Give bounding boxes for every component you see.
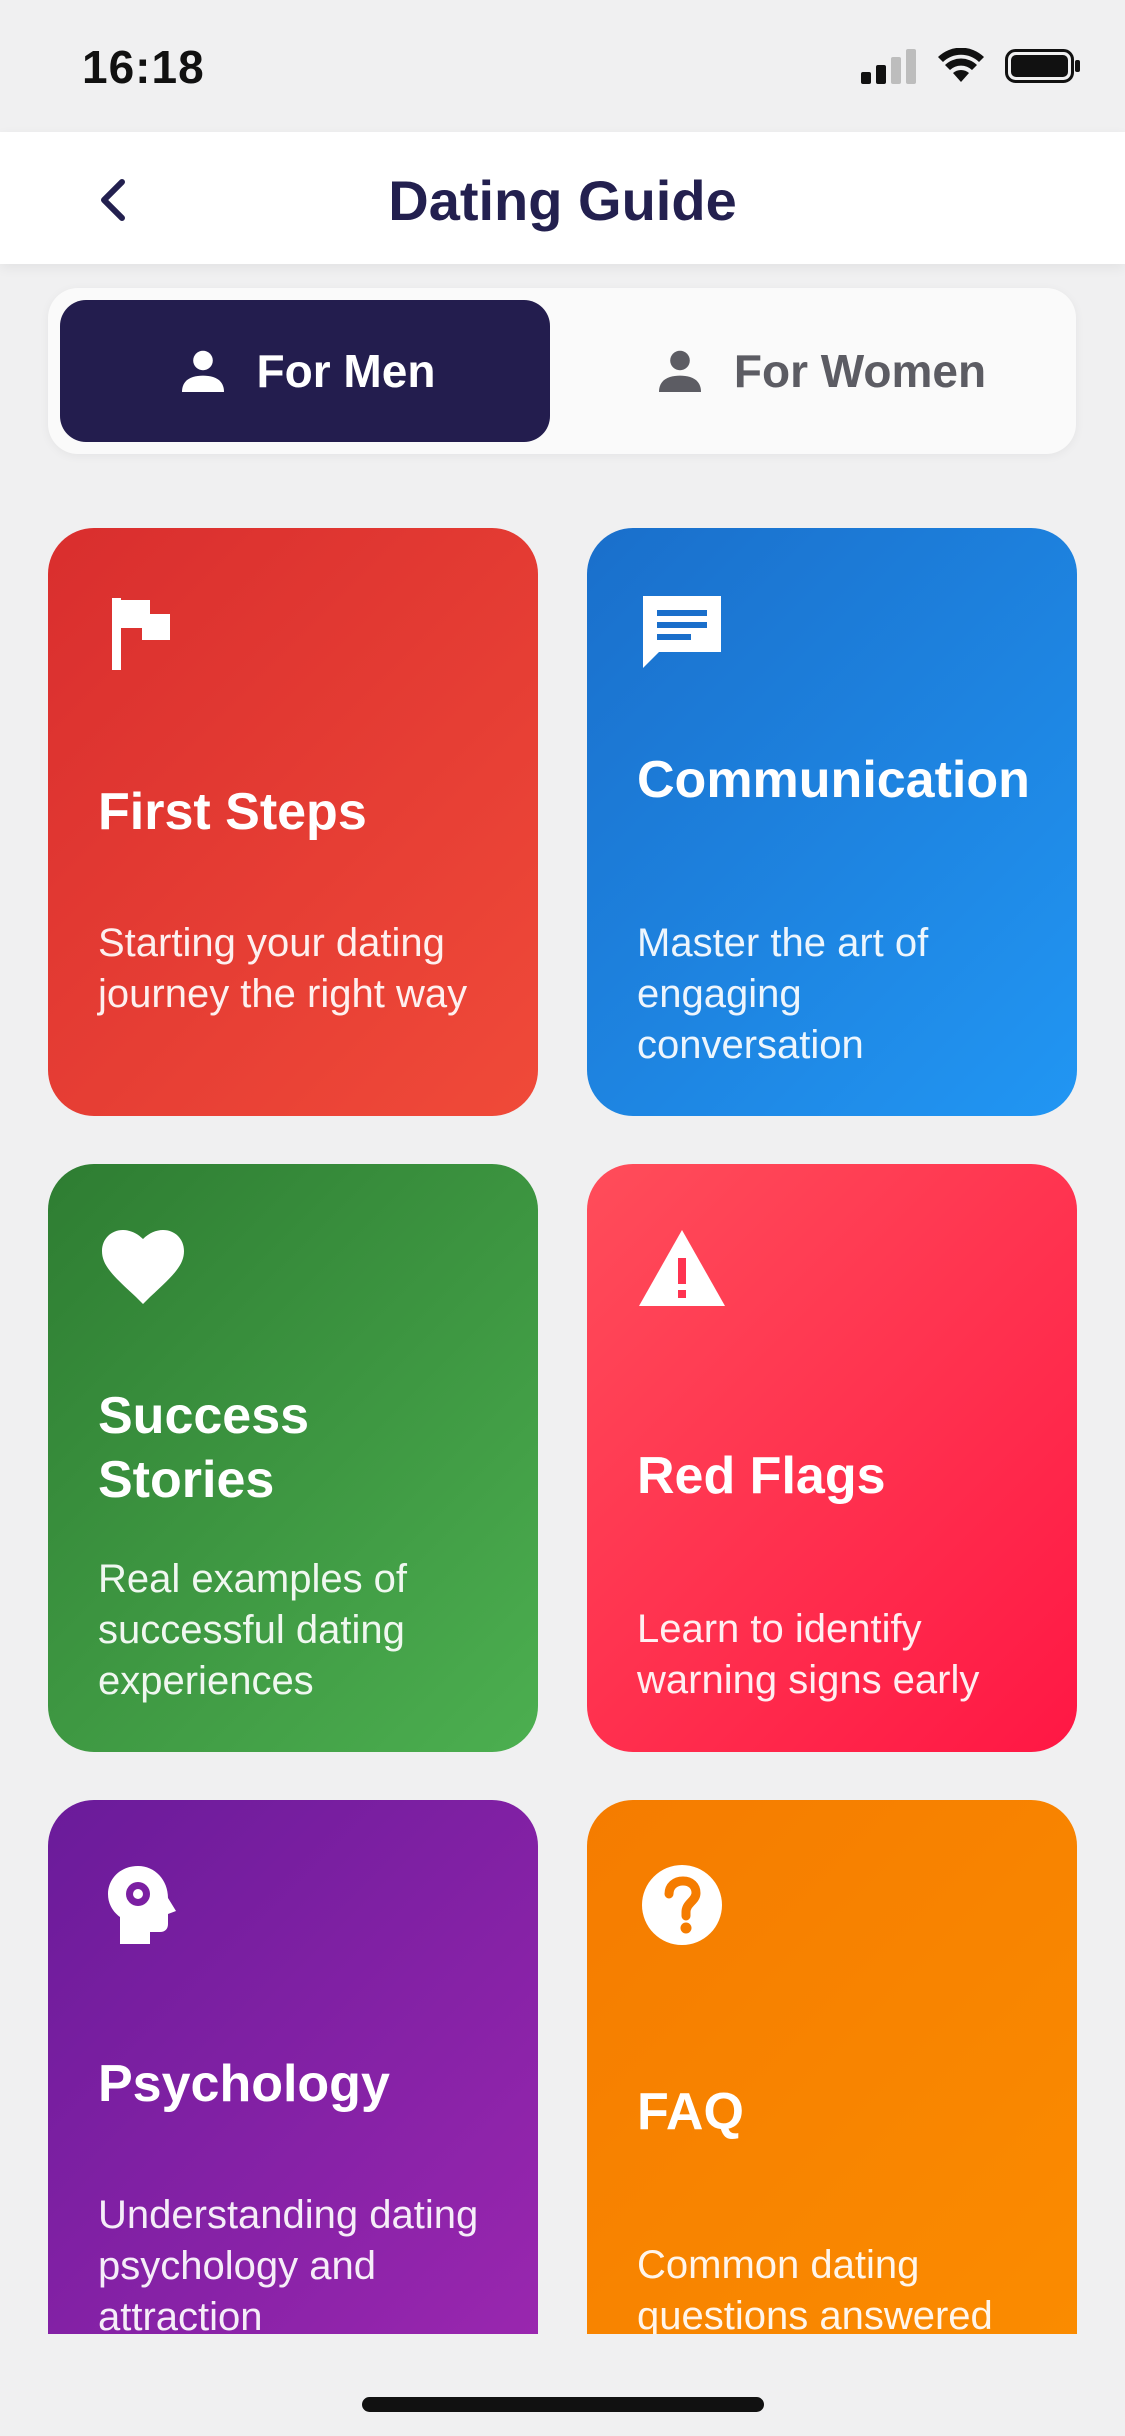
card-title: FAQ [637, 2083, 744, 2141]
card-description: Starting your dating journey the right w… [98, 921, 468, 1016]
heart-icon [102, 1230, 184, 1304]
card-description: Understanding dating psychology and attr… [98, 2193, 479, 2339]
warning-icon [639, 1230, 725, 1306]
screen: 16:18 Dating Guide For Men For Women Fir… [0, 0, 1125, 2436]
card-red-flags[interactable]: Red Flags Learn to identify warning sign… [587, 1164, 1077, 1752]
card-faq[interactable]: FAQ Common dating questions answered [587, 1800, 1077, 2388]
tab-for-men-label: For Men [256, 345, 436, 397]
help-icon [642, 1865, 722, 1945]
tab-for-men[interactable]: For Men [60, 300, 550, 442]
card-title: Psychology [98, 2055, 390, 2113]
flag-icon [112, 598, 170, 670]
status-icons [861, 48, 1081, 84]
cellular-signal-icon [861, 49, 916, 84]
tab-for-women-label: For Women [733, 345, 987, 397]
home-indicator [362, 2397, 764, 2412]
card-title: Red Flags [637, 1447, 886, 1505]
card-description: Real examples of successful dating exper… [98, 1557, 408, 1703]
card-description: Learn to identify warning signs early [637, 1607, 980, 1702]
wifi-icon [938, 48, 984, 82]
status-bar: 16:18 [0, 0, 1125, 132]
card-communication[interactable]: Communication Master the art of engaging… [587, 528, 1077, 1116]
psychology-icon [108, 1866, 176, 1944]
card-title: Success Stories [98, 1387, 310, 1509]
status-time: 16:18 [82, 41, 205, 93]
person-icon [181, 350, 224, 392]
page-title: Dating Guide [388, 169, 737, 232]
card-psychology[interactable]: Psychology Understanding dating psycholo… [48, 1800, 538, 2388]
chat-icon [643, 596, 721, 668]
card-success-stories[interactable]: Success Stories Real examples of success… [48, 1164, 538, 1752]
card-description: Common dating questions answered [637, 2243, 993, 2338]
card-description: Master the art of engaging conversation [637, 921, 929, 1067]
card-title: First Steps [98, 783, 367, 841]
tab-for-women[interactable]: For Women [574, 300, 1064, 442]
gender-segmented-control: For Men For Women [48, 288, 1076, 454]
bottom-safe-area [0, 2334, 1125, 2436]
nav-header: Dating Guide [0, 132, 1125, 264]
person-icon [658, 350, 701, 392]
card-first-steps[interactable]: First Steps Starting your dating journey… [48, 528, 538, 1116]
battery-icon [1005, 49, 1080, 83]
card-title: Communication [637, 751, 1030, 809]
